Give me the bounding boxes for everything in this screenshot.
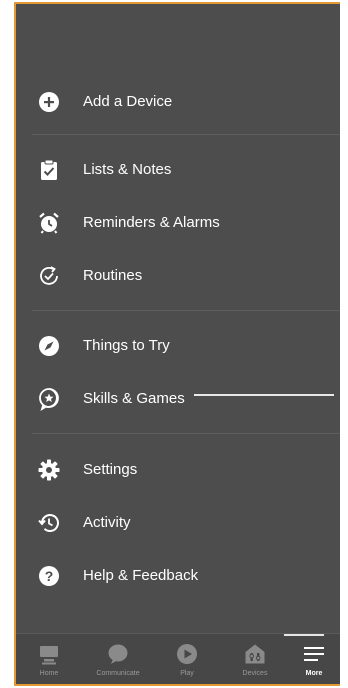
tab-more[interactable]: More bbox=[284, 634, 336, 684]
skills-star-icon bbox=[37, 387, 61, 411]
routines-check-icon bbox=[37, 264, 61, 288]
menu-icon bbox=[301, 642, 327, 666]
menu-item-label: Activity bbox=[83, 514, 131, 531]
menu-item-label: Add a Device bbox=[83, 93, 173, 110]
menu-item-label: Things to Try bbox=[83, 337, 170, 354]
menu-item-add-device[interactable]: Add a Device bbox=[16, 82, 340, 122]
tab-home[interactable]: Home bbox=[18, 634, 80, 684]
menu-item-routines[interactable]: Routines bbox=[16, 256, 340, 296]
svg-text:?: ? bbox=[45, 568, 54, 584]
menu-item-label: Lists & Notes bbox=[83, 161, 172, 178]
phone-frame: Add a Device Lists & Notes Reminders & A… bbox=[14, 2, 340, 686]
tab-label: Devices bbox=[242, 670, 268, 677]
menu-item-label: Routines bbox=[83, 267, 143, 284]
callout-pointer-line bbox=[194, 394, 334, 396]
history-icon bbox=[37, 511, 61, 535]
tab-label: Home bbox=[39, 670, 59, 677]
chat-bubble-icon bbox=[105, 642, 131, 666]
tab-label: Communicate bbox=[96, 670, 140, 677]
bottom-tab-bar: Home Communicate Play Devices More bbox=[16, 633, 340, 684]
help-icon: ? bbox=[37, 564, 61, 588]
divider bbox=[32, 310, 340, 311]
menu-item-activity[interactable]: Activity bbox=[16, 503, 340, 543]
devices-icon bbox=[242, 642, 268, 666]
play-icon bbox=[174, 642, 200, 666]
menu-item-label: Help & Feedback bbox=[83, 567, 199, 584]
menu-item-lists-notes[interactable]: Lists & Notes bbox=[16, 150, 340, 190]
menu-item-label: Reminders & Alarms bbox=[83, 214, 220, 231]
clipboard-check-icon bbox=[37, 158, 61, 182]
tab-label: Play bbox=[180, 670, 194, 677]
home-icon bbox=[36, 642, 62, 666]
menu-item-things-to-try[interactable]: Things to Try bbox=[16, 326, 340, 366]
alarm-clock-icon bbox=[37, 211, 61, 235]
divider bbox=[32, 134, 340, 135]
active-tab-indicator bbox=[284, 634, 324, 636]
tab-label: More bbox=[305, 670, 323, 677]
menu-item-skills-games[interactable]: Skills & Games bbox=[16, 379, 340, 419]
menu-item-settings[interactable]: Settings bbox=[16, 450, 340, 490]
tab-communicate[interactable]: Communicate bbox=[87, 634, 149, 684]
divider bbox=[32, 433, 340, 434]
gear-icon bbox=[37, 458, 61, 482]
menu-item-reminders-alarms[interactable]: Reminders & Alarms bbox=[16, 203, 340, 243]
plus-circle-icon bbox=[37, 90, 61, 114]
tab-play[interactable]: Play bbox=[156, 634, 218, 684]
menu-item-help-feedback[interactable]: ? Help & Feedback bbox=[16, 556, 340, 596]
compass-icon bbox=[37, 334, 61, 358]
tab-devices[interactable]: Devices bbox=[224, 634, 286, 684]
menu-item-label: Skills & Games bbox=[83, 390, 185, 407]
menu-item-label: Settings bbox=[83, 461, 138, 478]
